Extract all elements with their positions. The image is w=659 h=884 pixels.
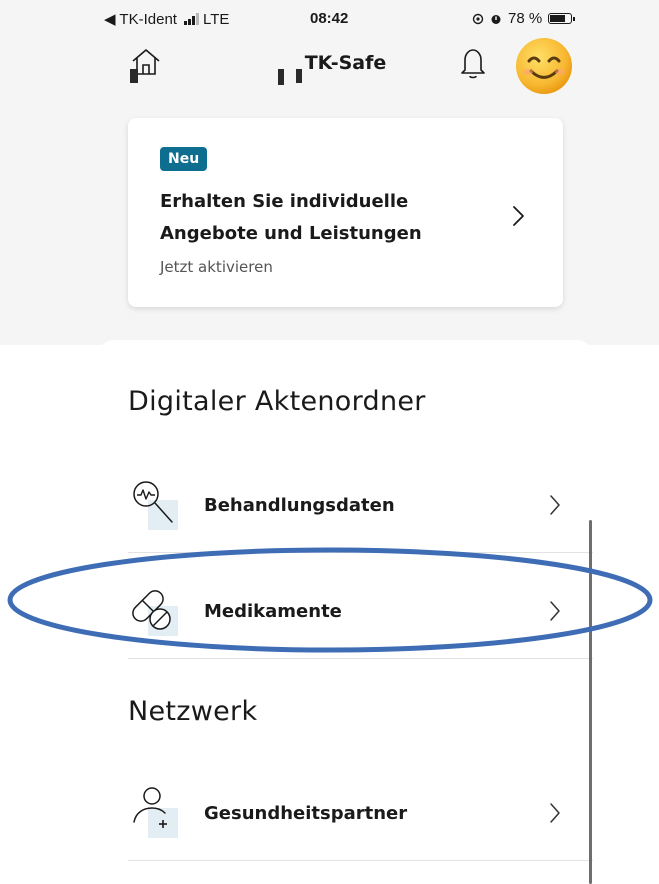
list-item-label: Gesundheitspartner [204,803,408,824]
alarm-icon [491,14,501,24]
status-bar: ◀ TK-Ident LTE 08:42 78 % [0,8,659,30]
list-item-label: Medikamente [204,601,342,622]
back-to-app-label[interactable]: ◀ TK-Ident [104,10,177,28]
heading-fragment-glyphs [130,69,302,85]
magnifier-heartbeat-icon [133,481,173,523]
chevron-right-icon [550,803,560,823]
scrollbar[interactable] [589,520,592,884]
list-item-behandlungsdaten[interactable]: Behandlungsdaten [128,450,583,554]
app-screen: ◀ TK-Ident LTE 08:42 78 % TK-Safe Neu Er… [0,0,659,884]
orientation-lock-icon [472,13,484,24]
chevron-right-icon [550,495,560,515]
list-item-label: Behandlungsdaten [204,495,395,516]
row-icon-wrapper [128,786,184,842]
chevron-right-icon [513,206,524,226]
list-item-medikamente[interactable]: Medikamente [128,556,583,660]
promo-title: Erhalten Sie individuelle Angebote und L… [160,191,422,244]
chevron-right-icon [550,601,560,621]
promo-card[interactable]: Neu Erhalten Sie individuelle Angebote u… [128,118,563,307]
pill-icon [132,590,171,630]
promo-subtitle: Jetzt aktivieren [160,258,273,276]
row-icon-wrapper [128,478,184,534]
person-plus-icon [133,787,167,828]
status-time: 08:42 [310,10,349,27]
network-type: LTE [202,10,230,28]
carrier-info: ◀ TK-Ident LTE [104,10,230,29]
row-icon-wrapper [128,584,184,640]
list-divider [128,860,593,861]
scrolled-heading-fragment [128,68,528,94]
signal-icon [183,13,199,25]
list-divider [128,658,593,659]
status-indicators: 78 % [472,10,576,27]
list-divider [128,552,593,553]
section-title-digital: Digitaler Aktenordner [128,386,426,417]
new-badge: Neu [160,147,208,171]
battery-percent: 78 % [508,10,543,27]
list-item-gesundheitspartner[interactable]: Gesundheitspartner [128,758,583,862]
battery-icon [548,13,576,24]
section-title-network: Netzwerk [128,696,258,727]
